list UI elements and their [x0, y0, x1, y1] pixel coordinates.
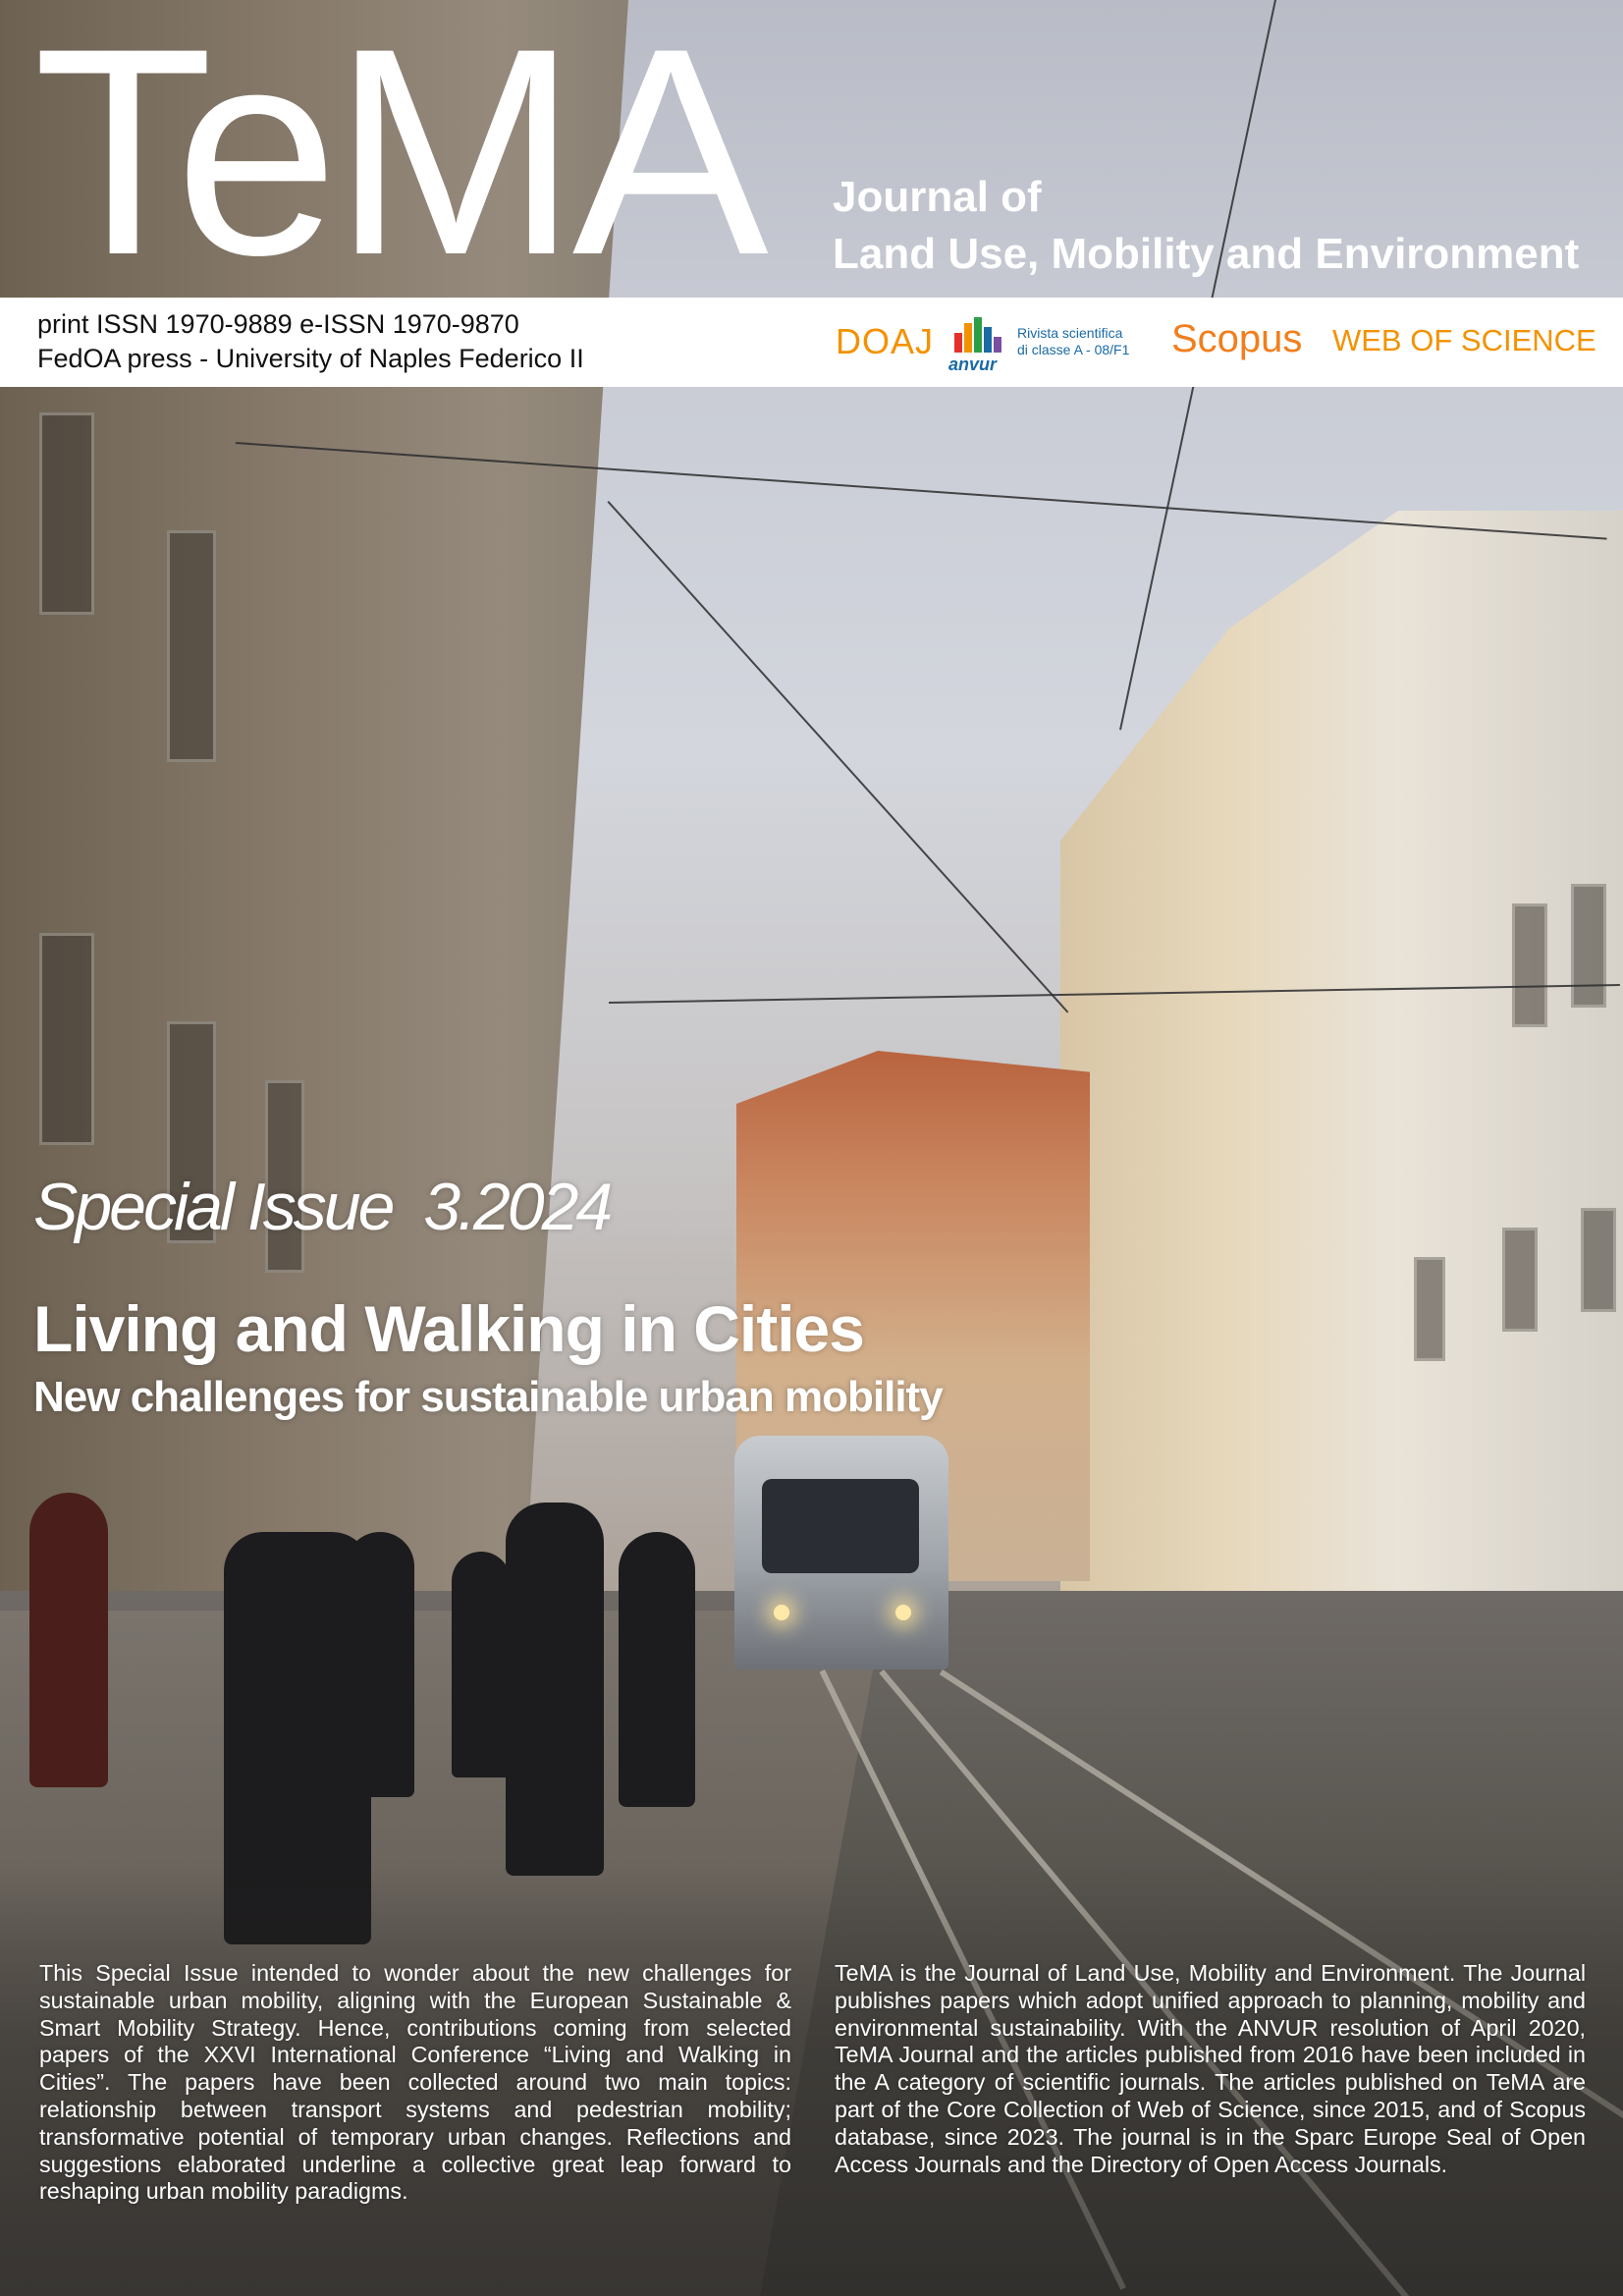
tram — [734, 1436, 948, 1669]
anvur-caption-line-1: Rivista scientifica — [1017, 325, 1123, 341]
anvur-caption: Rivista scientifica di classe A - 08/F1 — [1017, 325, 1129, 358]
issue-subtitle: New challenges for sustainable urban mob… — [33, 1373, 944, 1421]
building-window — [1581, 1208, 1616, 1312]
building-window — [1571, 884, 1606, 1008]
tram-headlight — [895, 1605, 911, 1620]
journal-cover: TeMA Journal of Land Use, Mobility and E… — [0, 0, 1623, 2296]
issue-title: Living and Walking in Cities — [33, 1292, 865, 1365]
issn-text: print ISSN 1970-9889 e-ISSN 1970-9870 — [37, 309, 519, 339]
building-window — [39, 412, 94, 615]
doaj-badge: DOAJ — [836, 321, 935, 361]
building-window — [167, 530, 216, 762]
building-window — [1414, 1257, 1445, 1361]
pedestrian-silhouette — [452, 1552, 511, 1777]
journal-description: TeMA is the Journal of Land Use, Mobilit… — [835, 1960, 1586, 2177]
tram-windshield — [762, 1479, 919, 1573]
scopus-badge: Scopus — [1171, 317, 1303, 360]
anvur-caption-line-2: di classe A - 08/F1 — [1017, 342, 1130, 357]
pedestrian-silhouette — [346, 1532, 414, 1797]
web-of-science-badge: WEB OF SCIENCE — [1332, 323, 1596, 357]
tema-logo: TeMA — [33, 0, 769, 316]
building-window — [1512, 903, 1547, 1027]
issn-block: print ISSN 1970-9889 e-ISSN 1970-9870 Fe… — [37, 307, 584, 376]
journal-line-2: Land Use, Mobility and Environment — [833, 230, 1580, 278]
journal-line-1: Journal of — [833, 173, 1042, 221]
anvur-badge: anvur Rivista scientifica di classe A - … — [948, 315, 1135, 374]
building-window — [39, 933, 94, 1145]
journal-subtitle: Journal of Land Use, Mobility and Enviro… — [833, 169, 1579, 283]
doorman-figure — [29, 1493, 108, 1787]
anvur-name: anvur — [948, 355, 998, 374]
publisher-band: print ISSN 1970-9889 e-ISSN 1970-9870 Fe… — [0, 298, 1623, 387]
pedestrian-silhouette — [506, 1503, 604, 1876]
press-text: FedOA press - University of Naples Feder… — [37, 344, 584, 373]
pedestrian-silhouette — [619, 1532, 695, 1807]
special-issue-label: Special Issue 3.2024 — [33, 1170, 613, 1244]
issue-description: This Special Issue intended to wonder ab… — [39, 1960, 791, 2205]
tram-headlight — [774, 1605, 789, 1620]
building-window — [1502, 1228, 1538, 1332]
